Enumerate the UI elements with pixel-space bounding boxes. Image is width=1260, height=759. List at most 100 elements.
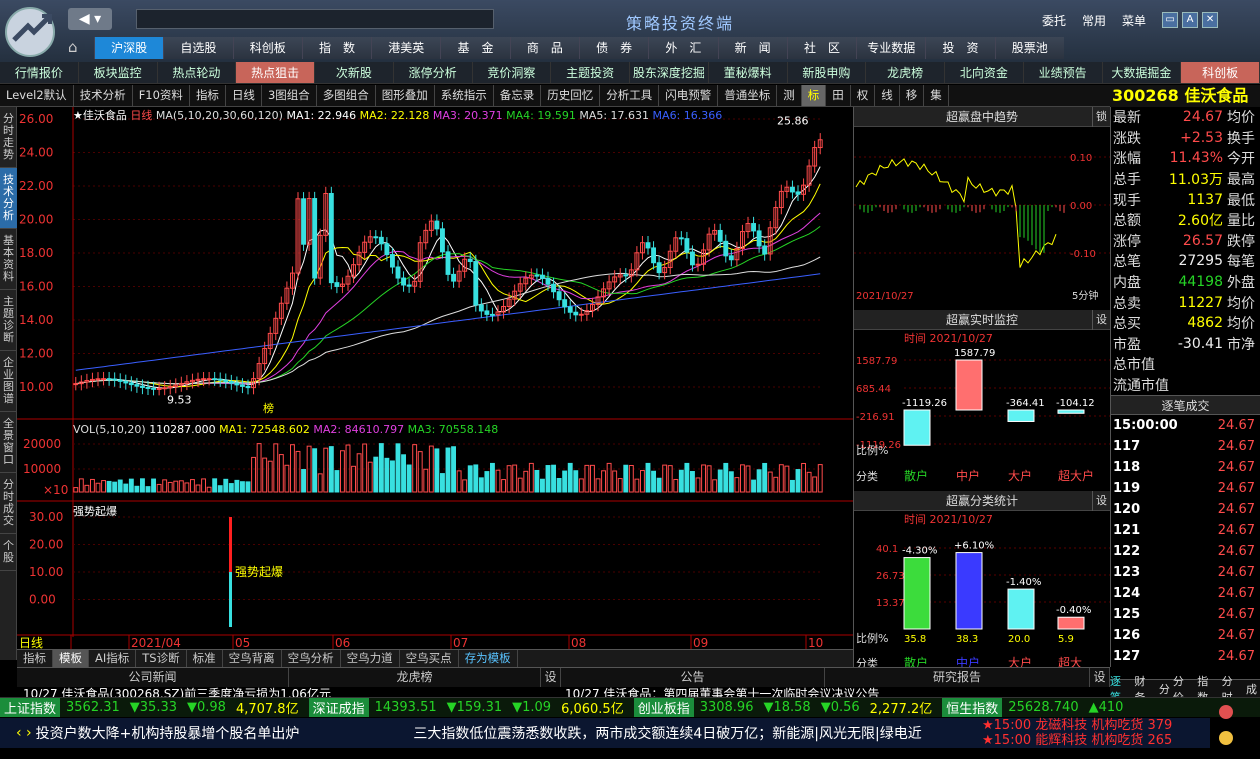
home-icon[interactable]: ⌂: [68, 38, 90, 58]
nav-tab[interactable]: 债 券: [578, 37, 649, 59]
subnav-tab[interactable]: 科创板: [1181, 62, 1260, 83]
toolbar-button[interactable]: 技术分析: [74, 85, 133, 106]
tab-announcements[interactable]: 公告: [561, 668, 825, 687]
subnav-tab[interactable]: 新股申购: [788, 62, 867, 83]
scroll-arrows-icon[interactable]: ‹ ›: [16, 725, 32, 741]
nav-tab[interactable]: 专业数据: [856, 37, 926, 59]
subnav-tab[interactable]: 股东深度挖掘: [630, 62, 709, 83]
toolbar-button[interactable]: 移: [900, 85, 925, 106]
left-tab[interactable]: 主题诊断: [0, 290, 17, 351]
subnav-tab[interactable]: 北向资金: [945, 62, 1024, 83]
alert-item[interactable]: ★15:00 能辉科技 机构吃货 265: [982, 733, 1210, 748]
scroll-left-text[interactable]: 投资户数大降+机构持股暴增个股名单出炉: [36, 723, 414, 743]
kline-chart-area[interactable]: 26.00 24.00 22.00 20.00 18.00 16.00 14.00 12.00…: [17, 107, 853, 660]
toolbar-button[interactable]: 分析工具: [600, 85, 660, 106]
nav-tab[interactable]: 基 金: [440, 37, 510, 59]
indicator-tab[interactable]: 指标: [17, 650, 53, 667]
left-tab[interactable]: 全景窗口: [0, 412, 17, 473]
toolbar-button[interactable]: 线: [875, 85, 900, 106]
index-name[interactable]: 上证指数: [0, 698, 61, 717]
toolbar-button[interactable]: 权: [851, 85, 876, 106]
left-tab[interactable]: 个股: [0, 534, 17, 571]
subnav-tab[interactable]: 竞价洞察: [473, 62, 552, 83]
indicator-tab[interactable]: 空鸟买点: [400, 650, 459, 667]
left-tab[interactable]: 分时走势: [0, 107, 17, 168]
monitor-settings-button[interactable]: 设: [1092, 310, 1110, 330]
scroll-mid-text[interactable]: 三大指数低位震荡悉数收跌，两市成交额连续4日破万亿；新能源|风光无限|绿电近: [413, 723, 980, 743]
toolbar-button[interactable]: 标: [801, 85, 827, 106]
indicator-tab[interactable]: 空鸟力道: [341, 650, 400, 667]
toolbar-button[interactable]: 备忘录: [494, 85, 542, 106]
subnav-tab[interactable]: 涨停分析: [394, 62, 473, 83]
alert-item[interactable]: ★15:00 龙磁科技 机构吃货 379: [982, 718, 1210, 733]
nav-tab[interactable]: 科创板: [232, 37, 302, 59]
indicator-tab[interactable]: 存为模板: [459, 650, 518, 667]
nav-tab[interactable]: 自选股: [163, 37, 233, 59]
search-input[interactable]: [136, 9, 494, 29]
toolbar-button[interactable]: 普通坐标: [718, 85, 778, 106]
indicator-tab[interactable]: 模板: [53, 650, 89, 667]
nav-tab[interactable]: 外 汇: [648, 37, 718, 59]
back-forward-arrows[interactable]: ◀ ▾: [68, 8, 112, 30]
menu-common[interactable]: 常用: [1082, 12, 1106, 29]
toolbar-button[interactable]: 闪电预警: [659, 85, 719, 106]
menu-main[interactable]: 菜单: [1122, 12, 1146, 29]
toolbar-button[interactable]: 3图组合: [262, 85, 317, 106]
toolbar-button[interactable]: 集: [924, 85, 949, 106]
close-icon[interactable]: ✕: [1202, 12, 1219, 28]
toolbar-button[interactable]: 日线: [226, 85, 262, 106]
research-settings-button[interactable]: 设: [1090, 668, 1110, 687]
subnav-tab[interactable]: 次新股: [315, 62, 394, 83]
left-tab[interactable]: 基本资料: [0, 229, 17, 290]
indicator-tab[interactable]: AI指标: [89, 650, 137, 667]
nav-tab[interactable]: 社 区: [786, 37, 857, 59]
left-tab[interactable]: 企业图谱: [0, 351, 17, 412]
subnav-tab[interactable]: 董秘爆料: [709, 62, 788, 83]
lock-button[interactable]: 锁: [1092, 107, 1110, 127]
nav-tab[interactable]: 新 闻: [717, 37, 787, 59]
nav-tab[interactable]: 港美英: [371, 37, 441, 59]
left-tab[interactable]: 技术分析: [0, 168, 17, 229]
subnav-tab[interactable]: 热点轮动: [158, 62, 237, 83]
subnav-tab[interactable]: 热点狙击: [236, 62, 315, 83]
index-name[interactable]: 深证成指: [308, 698, 369, 717]
quote-tab[interactable]: 分: [1159, 681, 1170, 697]
toolbar-button[interactable]: 田: [826, 85, 851, 106]
stats-settings-button[interactable]: 设: [1092, 491, 1110, 511]
subnav-tab[interactable]: 业绩预告: [1024, 62, 1103, 83]
tab-research[interactable]: 研究报告: [825, 668, 1090, 687]
toolbar-button[interactable]: 图形叠加: [376, 85, 435, 106]
toolbar-button[interactable]: F10资料: [133, 85, 190, 106]
index-name[interactable]: 创业板指: [633, 698, 694, 717]
indicator-tab[interactable]: TS诊断: [136, 650, 187, 667]
alarm-icon[interactable]: [1219, 705, 1233, 719]
subnav-tab[interactable]: 板块监控: [79, 62, 158, 83]
toolbar-button[interactable]: 测: [777, 85, 802, 106]
nav-tab[interactable]: 指 数: [301, 37, 372, 59]
nav-tab[interactable]: 沪深股: [94, 37, 164, 59]
minimize-icon[interactable]: ▭: [1162, 12, 1179, 28]
toolbar-button[interactable]: Level2默认: [0, 85, 74, 106]
maximize-icon[interactable]: A: [1182, 12, 1199, 28]
nav-tab[interactable]: 商 品: [509, 37, 579, 59]
quote-tab[interactable]: 成: [1246, 681, 1257, 697]
menu-entrust[interactable]: 委托: [1042, 12, 1066, 29]
nav-tab[interactable]: 投 资: [925, 37, 995, 59]
toolbar-button[interactable]: 指标: [190, 85, 226, 106]
news-settings-button[interactable]: 设: [541, 668, 561, 687]
indicator-tab[interactable]: 标准: [187, 650, 223, 667]
tab-company-news[interactable]: 公司新闻: [17, 668, 289, 687]
settings-icon[interactable]: [1219, 731, 1233, 745]
indicator-tab[interactable]: 空鸟分析: [282, 650, 341, 667]
nav-tab[interactable]: 股票池: [994, 37, 1064, 59]
toolbar-button[interactable]: 多图组合: [317, 85, 376, 106]
index-name[interactable]: 恒生指数: [942, 698, 1003, 717]
subnav-tab[interactable]: 行情报价: [0, 62, 79, 83]
subnav-tab[interactable]: 主题投资: [551, 62, 630, 83]
left-tab[interactable]: 分时成交: [0, 473, 17, 534]
subnav-tab[interactable]: 龙虎榜: [866, 62, 945, 83]
indicator-tab[interactable]: 空鸟背离: [223, 650, 282, 667]
toolbar-button[interactable]: 历史回忆: [541, 85, 601, 106]
toolbar-button[interactable]: 系统指示: [435, 85, 494, 106]
tab-dragon-tiger[interactable]: 龙虎榜: [289, 668, 541, 687]
